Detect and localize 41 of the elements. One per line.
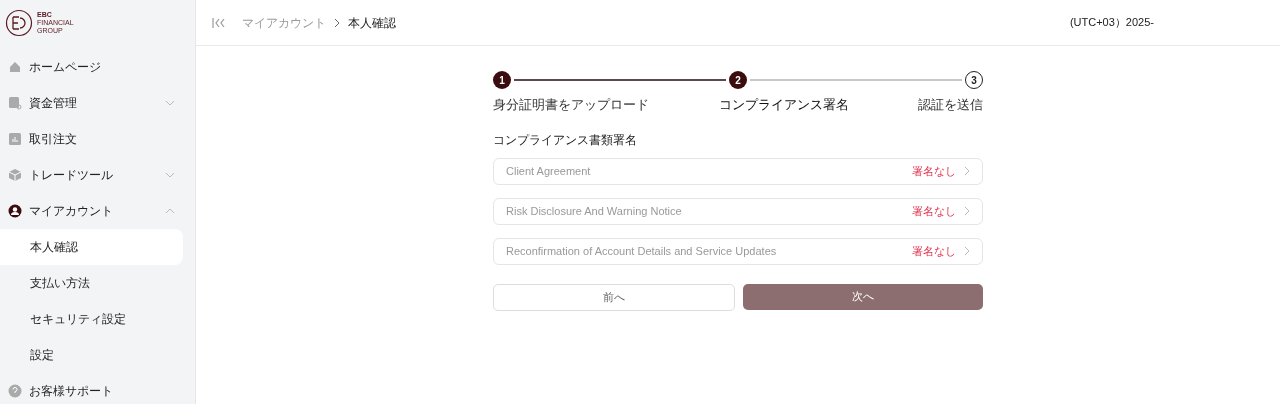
document-name: Reconfirmation of Account Details and Service Updates — [506, 243, 777, 259]
chevron-right-icon — [964, 166, 970, 176]
document-name: Risk Disclosure And Warning Notice — [506, 203, 682, 219]
signature-status: 署名なし — [912, 163, 956, 179]
sidebar-subitem[interactable]: セキュリティ設定 — [0, 301, 195, 337]
document-row[interactable]: Reconfirmation of Account Details and Service Updates 署名なし — [493, 237, 983, 265]
collapse-icon[interactable] — [212, 16, 226, 29]
sidebar-subitem[interactable]: 設定 — [0, 337, 195, 373]
document-row[interactable]: Risk Disclosure And Warning Notice 署名なし — [493, 197, 983, 225]
cube-icon — [8, 168, 22, 182]
chevron-right-icon — [964, 206, 970, 216]
sidebar-item[interactable]: 資金管理 — [0, 85, 195, 121]
step-number: 1 — [493, 71, 511, 89]
help-icon — [8, 384, 22, 398]
step-label: 身分証明書をアップロード — [493, 96, 649, 114]
user-icon — [8, 204, 22, 218]
step-label: コンプライアンス署名 — [718, 96, 849, 114]
sidebar-item[interactable]: トレードツール — [0, 157, 195, 193]
timezone-date: (UTC+03）2025- — [1069, 15, 1154, 31]
document-row[interactable]: Client Agreement 署名なし — [493, 157, 983, 185]
signature-status: 署名なし — [912, 203, 956, 219]
chevron-right-icon — [334, 17, 340, 28]
home-icon — [8, 60, 22, 74]
previous-button[interactable]: 前へ — [493, 283, 735, 311]
next-button[interactable]: 次へ — [743, 283, 983, 310]
sidebar-subitem[interactable]: 支払い方法 — [0, 265, 195, 301]
sidebar-subitem[interactable]: 本人確認 — [0, 229, 183, 265]
step-number: 2 — [729, 71, 747, 89]
signature-status: 署名なし — [912, 243, 956, 259]
step-number: 3 — [965, 71, 983, 89]
breadcrumb-item: 本人確認 — [348, 14, 396, 32]
logo-icon — [5, 9, 33, 37]
document-name: Client Agreement — [506, 163, 591, 179]
chart-icon — [8, 132, 22, 146]
section-title: コンプライアンス書類署名 — [493, 131, 638, 149]
sidebar-item[interactable]: お客様サポート — [0, 373, 195, 404]
sidebar-item[interactable]: マイアカウント — [0, 193, 195, 229]
step-label: 認証を送信 — [918, 96, 983, 114]
sidebar-item[interactable]: ホームページ — [0, 49, 195, 85]
sidebar-item[interactable]: 取引注文 — [0, 121, 195, 157]
chevron-right-icon — [964, 246, 970, 256]
